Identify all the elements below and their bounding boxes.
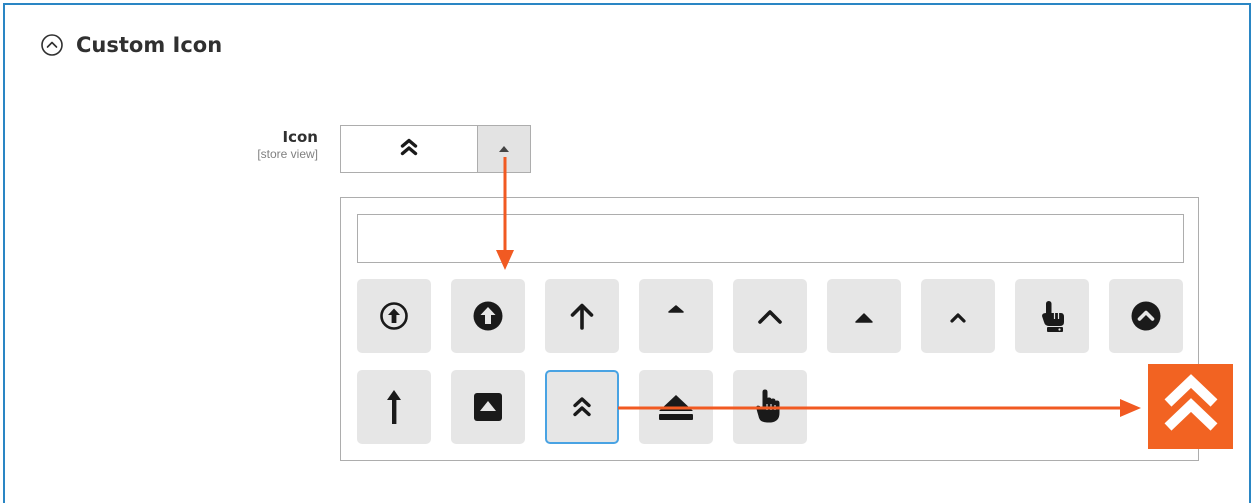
- caret-square-up-icon: [472, 391, 504, 423]
- field-scope-text: [store view]: [257, 147, 318, 161]
- caret-up-small-icon: [661, 301, 691, 331]
- icon-option-chevron-up-circle[interactable]: [1109, 279, 1183, 353]
- icon-select[interactable]: [340, 125, 531, 173]
- selected-icon-display[interactable]: [341, 126, 477, 172]
- icon-option-caret-up[interactable]: [827, 279, 901, 353]
- hand-pointer-outline-icon: [754, 389, 786, 425]
- section-title: Custom Icon: [76, 33, 223, 57]
- double-chevron-up-icon: [571, 395, 593, 419]
- double-chevron-up-icon: [399, 137, 419, 162]
- arrow-up-circle-outline-icon: [379, 301, 409, 331]
- icon-option-hand-pointer-outline[interactable]: [733, 370, 807, 444]
- double-chevron-up-icon: [1160, 373, 1222, 440]
- icon-option-eject[interactable]: [639, 370, 713, 444]
- icon-select-toggle-button[interactable]: [477, 126, 530, 172]
- brand-badge: [1148, 364, 1233, 449]
- icon-option-double-chevron-up[interactable]: [545, 370, 619, 444]
- icon-option-caret-square-up[interactable]: [451, 370, 525, 444]
- eject-icon: [656, 392, 696, 422]
- arrow-up-icon: [567, 301, 597, 331]
- section-header[interactable]: Custom Icon: [40, 33, 222, 57]
- icon-option-arrow-up-circle-solid[interactable]: [451, 279, 525, 353]
- icon-option-hand-pointer-up[interactable]: [1015, 279, 1089, 353]
- hand-pointer-up-icon: [1037, 299, 1067, 333]
- icon-field-label: Icon [store view]: [257, 128, 318, 162]
- icon-option-caret-up-small[interactable]: [639, 279, 713, 353]
- field-label-text: Icon: [282, 128, 318, 146]
- icon-search-input[interactable]: [357, 214, 1184, 263]
- caret-up-icon: [849, 301, 879, 331]
- icon-picker-panel: [340, 197, 1199, 461]
- caret-up-icon: [498, 140, 510, 158]
- chevron-up-circle-icon: [1130, 300, 1162, 332]
- icon-option-arrow-up[interactable]: [545, 279, 619, 353]
- icon-option-chevron-up-small[interactable]: [921, 279, 995, 353]
- chevron-up-icon: [755, 301, 785, 331]
- chevron-up-small-icon: [943, 301, 973, 331]
- icon-option-chevron-up[interactable]: [733, 279, 807, 353]
- collapse-circle-chevron-up-icon[interactable]: [40, 33, 64, 57]
- icon-option-long-arrow-up[interactable]: [357, 370, 431, 444]
- arrow-up-circle-solid-icon: [472, 300, 504, 332]
- icon-option-arrow-up-circle-outline[interactable]: [357, 279, 431, 353]
- long-arrow-up-icon: [384, 389, 404, 425]
